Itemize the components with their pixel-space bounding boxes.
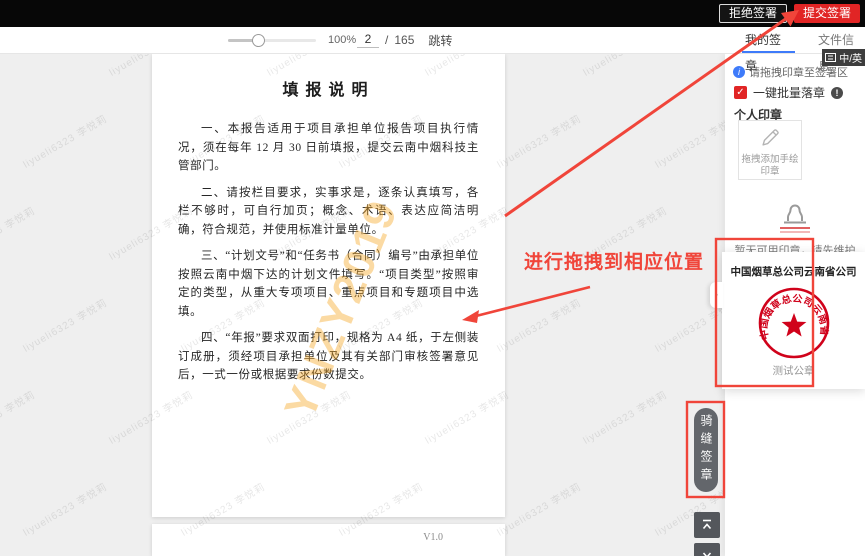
reject-sign-button[interactable]: 拒绝签署 xyxy=(719,4,787,23)
active-tab-underline xyxy=(742,51,795,53)
chevron-down-bar-icon xyxy=(700,549,714,556)
zoom-controls: 100% xyxy=(228,27,356,53)
stamp-icon xyxy=(773,194,817,236)
zoom-slider[interactable] xyxy=(228,33,316,47)
handdraw-label-line2: 印章 xyxy=(739,166,801,178)
page-separator: / xyxy=(385,33,388,47)
document-title: 填报说明 xyxy=(152,76,505,100)
doc-paragraph-4: 四、“年报”要求双面打印，规格为 A4 纸，于左侧装订成册，须经项目承担单位及其… xyxy=(178,329,479,385)
doc-paragraph-2: 二、请按栏目要求，实事求是，逐条认真填写，各栏不够时，可自行加页；概念、术语、表… xyxy=(178,184,479,240)
batch-stamp-checkbox[interactable]: ✓ xyxy=(734,86,747,99)
batch-info-icon[interactable]: ! xyxy=(831,87,843,99)
document-viewer: 填报说明 一、本报告适用于项目承担单位报告项目执行情况，须在每年 12 月 30… xyxy=(0,54,725,556)
topbar: 拒绝签署 提交签署 xyxy=(0,0,865,27)
submit-sign-button[interactable]: 提交签署 xyxy=(794,4,860,23)
jump-button[interactable]: 跳转 xyxy=(428,32,452,49)
version-label: V1.0 xyxy=(423,532,443,543)
stamp-placeholder xyxy=(773,194,817,241)
pencil-icon xyxy=(759,127,781,149)
drag-seal-tip-label: 请拖拽印章至签署区 xyxy=(749,64,848,80)
chevron-up-bar-icon xyxy=(700,518,714,532)
batch-stamp-label: 一键批量落章 xyxy=(753,84,825,101)
next-document-page: V1.0 xyxy=(152,524,505,556)
ime-label: 中/英 xyxy=(839,50,862,65)
keyboard-icon xyxy=(825,52,836,63)
collapse-panel-handle[interactable]: › xyxy=(710,282,723,308)
handdraw-seal-dropzone[interactable]: 拖拽添加手绘 印章 xyxy=(738,120,802,180)
scroll-to-bottom-button[interactable] xyxy=(694,543,720,556)
ime-indicator[interactable]: 中/英 xyxy=(822,49,865,66)
batch-stamp-option[interactable]: ✓ 一键批量落章 ! xyxy=(734,84,843,101)
doc-paragraph-1: 一、本报告适用于项目承担单位报告项目执行情况，须在每年 12 月 30 日前填报… xyxy=(178,120,479,176)
zoom-percentage: 100% xyxy=(328,34,356,46)
page-number-input[interactable]: 2 xyxy=(357,32,379,48)
red-seal-icon: 中国烟草总公司云南省公司 xyxy=(754,283,834,363)
doc-paragraph-3: 三、“计划文号”和“任务书（合同）编号”由承担单位按照云南中烟下达的计划文件填写… xyxy=(178,247,479,321)
page-total: 165 xyxy=(394,33,414,47)
info-icon: i xyxy=(733,66,745,78)
toolbar: 100% 2 / 165 跳转 我的签章 文件信息 xyxy=(0,27,865,54)
company-seal-stamp[interactable]: 中国烟草总公司云南省公司 xyxy=(754,283,834,363)
scroll-to-top-button[interactable] xyxy=(694,512,720,538)
app-window: 拒绝签署 提交签署 100% 2 / 165 跳转 我的签章 文件信息 xyxy=(0,0,865,556)
company-name: 中国烟草总公司云南省公司 xyxy=(722,264,865,279)
page-navigation: 2 / 165 跳转 xyxy=(357,27,452,53)
tab-my-signature[interactable]: 我的签章 xyxy=(745,27,792,53)
seal-name-label: 测试公章 xyxy=(722,363,865,378)
zoom-slider-thumb[interactable] xyxy=(252,34,265,47)
company-seal-card: › 中国烟草总公司云南省公司 中国烟草总公司云南省公司 测试公章 xyxy=(722,252,865,389)
document-page: 填报说明 一、本报告适用于项目承担单位报告项目执行情况，须在每年 12 月 30… xyxy=(152,54,505,517)
cross-page-seal-button[interactable]: 骑缝签章 xyxy=(694,408,718,492)
handdraw-label-line1: 拖拽添加手绘 xyxy=(739,154,801,166)
cross-page-seal-label: 骑缝签章 xyxy=(694,414,718,486)
document-body: 一、本报告适用于项目承担单位报告项目执行情况，须在每年 12 月 30 日前填报… xyxy=(178,120,479,385)
